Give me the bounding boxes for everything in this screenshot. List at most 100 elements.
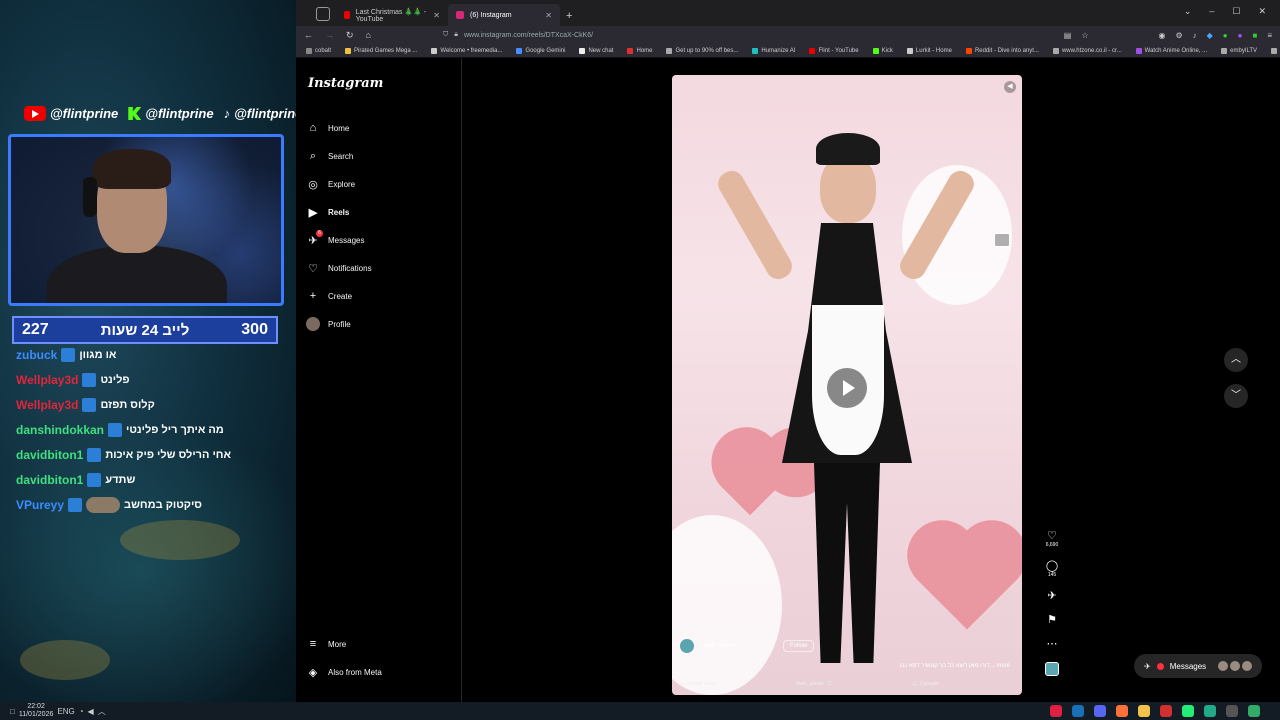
menu-icon[interactable]: ≡: [1267, 31, 1272, 40]
previous-reel-button[interactable]: ︿: [1224, 348, 1248, 372]
bookmark-item[interactable]: Welcome • freemedia...: [431, 47, 502, 54]
clock[interactable]: 22:02 11/01/2026: [19, 703, 54, 719]
language-indicator[interactable]: ENG: [57, 707, 74, 716]
nav-item-reels[interactable]: ▶ Reels: [306, 198, 372, 226]
new-tab-button[interactable]: +: [560, 10, 578, 26]
avatar[interactable]: [680, 639, 694, 653]
reel-caption[interactable]: דורו מאן דשא כל בך קונשיר דמא נבו... mor…: [680, 663, 1010, 669]
bookmark-item[interactable]: New chat: [579, 47, 613, 54]
bookmark-item[interactable]: www.htzone.co.il - cr...: [1052, 47, 1122, 54]
extension-icon[interactable]: ●: [1238, 31, 1243, 40]
tab-youtube[interactable]: Last Christmas 🎄🎄 - YouTube ✕: [336, 4, 448, 26]
reader-icon[interactable]: ▤: [1064, 31, 1072, 40]
lock-icon[interactable]: 🔒︎: [454, 31, 458, 39]
tab-instagram[interactable]: (6) Instagram ✕: [448, 4, 560, 26]
folder-icon[interactable]: [1138, 705, 1150, 717]
close-icon[interactable]: ✕: [433, 11, 440, 20]
nav-item-more[interactable]: ≡ More: [306, 630, 382, 658]
address-bar[interactable]: ⛉ 🔒︎ www.instagram.com/reels/DTXcaX-CkK6…: [443, 28, 1052, 42]
discord-icon[interactable]: [1094, 705, 1106, 717]
nav-item-create[interactable]: + Create: [306, 282, 372, 310]
bookmark-item[interactable]: Reddit - Dive into anyt...: [965, 47, 1039, 54]
extensions-icon[interactable]: ⚙: [1175, 31, 1182, 40]
crop-icon[interactable]: [994, 233, 1010, 247]
app-icon[interactable]: [1160, 705, 1172, 717]
app-icon[interactable]: [1050, 705, 1062, 717]
chat-message: zubuck או מגוון: [16, 342, 286, 367]
maximize-icon[interactable]: ☐: [1232, 6, 1240, 17]
chat-text: סיקטוק במחשב: [124, 498, 202, 511]
firefox-icon[interactable]: [1116, 705, 1128, 717]
bookmark-item[interactable]: Flint - YouTube: [809, 47, 859, 54]
app-icon[interactable]: [1226, 705, 1238, 717]
nav-item-search[interactable]: ⌕ Search: [306, 142, 372, 170]
notification-icon[interactable]: □: [10, 707, 15, 716]
nav-item-home[interactable]: ⌂ Home: [306, 114, 372, 142]
chevron-up-icon[interactable]: ︿: [98, 706, 106, 717]
nav-item-profile[interactable]: Profile: [306, 310, 372, 338]
bookmark-favicon-icon: [752, 47, 759, 54]
nav-item-explore[interactable]: ◎ Explore: [306, 170, 372, 198]
bookmark-star-icon[interactable]: ☆: [1081, 31, 1088, 40]
reel-username[interactable]: stam_sartan: [702, 643, 735, 649]
chat-text: פלינט: [100, 373, 130, 386]
app-icon[interactable]: [1182, 705, 1194, 717]
bookmark-item[interactable]: Get up to 90% off bes...: [666, 47, 738, 54]
app-icon[interactable]: [1204, 705, 1216, 717]
steam-icon[interactable]: [1072, 705, 1084, 717]
reels-icon: ▶: [308, 206, 318, 219]
home-icon[interactable]: ⌂: [366, 30, 371, 40]
bookmark-item[interactable]: Home: [627, 47, 652, 54]
audio-user[interactable]: stam_sartan · C: [796, 681, 832, 687]
play-button[interactable]: [827, 368, 867, 408]
tagged-people[interactable]: 👤︎ 2 people: [912, 681, 939, 687]
audio-thumbnail[interactable]: [1045, 662, 1059, 676]
nav-label: Also from Meta: [328, 667, 382, 677]
more-options-button[interactable]: ⋯: [1047, 638, 1058, 650]
bookmark-item[interactable]: Lurkit - Home: [906, 47, 952, 54]
bookmark-item[interactable]: Pirated Games Mega ...: [345, 47, 417, 54]
nav-item-also-from-meta[interactable]: ◈ Also from Meta: [306, 658, 382, 686]
reload-icon[interactable]: ↻: [346, 30, 354, 41]
share-button[interactable]: ✈: [1047, 590, 1056, 602]
account-icon[interactable]: ◉: [1158, 31, 1165, 40]
instagram-logo[interactable]: Instagram: [308, 76, 383, 91]
bookmark-item[interactable]: Watch Anime Online, ...: [1135, 47, 1207, 54]
bookmark-item[interactable]: Kick: [872, 47, 893, 54]
volume-icon[interactable]: ◀: [88, 707, 94, 716]
comment-button[interactable]: ◯ 145: [1046, 560, 1058, 578]
next-reel-button[interactable]: ﹀: [1224, 384, 1248, 408]
nav-item-messages[interactable]: ✈ 6 Messages: [306, 226, 372, 254]
back-icon[interactable]: ←: [304, 30, 313, 40]
extension-icon[interactable]: ◆: [1207, 31, 1213, 40]
tab-overview-icon[interactable]: [316, 7, 330, 21]
volume-icon[interactable]: ◀: [1004, 81, 1016, 93]
like-button[interactable]: ♡ 6,690: [1046, 530, 1059, 548]
app-icon[interactable]: [1248, 705, 1260, 717]
nav-label: Messages: [328, 235, 365, 245]
url-text[interactable]: www.instagram.com/reels/DTXcaX-CkK6/: [464, 32, 593, 39]
extension-icon[interactable]: ●: [1223, 31, 1228, 40]
minimize-icon[interactable]: –: [1209, 6, 1214, 17]
bookmark-item[interactable]: Content: [1271, 47, 1280, 54]
forward-icon[interactable]: →: [325, 30, 334, 40]
save-button[interactable]: ⚑: [1047, 614, 1057, 626]
chevron-down-icon[interactable]: ⌄: [1184, 6, 1192, 17]
close-icon[interactable]: ✕: [545, 11, 552, 20]
send-icon: ✈: [1047, 590, 1057, 602]
shield-icon[interactable]: ⛉: [443, 31, 448, 39]
close-window-icon[interactable]: ✕: [1258, 6, 1266, 17]
bookmark-item[interactable]: Google Gemini: [516, 47, 565, 54]
bookmark-favicon-icon: [1271, 47, 1278, 54]
bookmark-item[interactable]: cobalt: [306, 47, 331, 54]
extension-icon[interactable]: ■: [1252, 31, 1257, 40]
bookmark-item[interactable]: embyILTV: [1221, 47, 1257, 54]
audio-icon[interactable]: ♪: [1193, 31, 1197, 40]
messages-pill[interactable]: ✈ Messages: [1134, 654, 1262, 678]
reel-video[interactable]: ◀ stam_sartan Follow דורו מאן דשא כל בך …: [672, 75, 1022, 695]
bookmark-item[interactable]: Humanize AI: [752, 47, 795, 54]
follow-button[interactable]: Follow: [783, 640, 815, 652]
audio-link[interactable]: ♫ Original audio: [680, 681, 716, 687]
wifi-icon[interactable]: ◔: [79, 707, 84, 716]
nav-item-notifications[interactable]: ♡ Notifications: [306, 254, 372, 282]
